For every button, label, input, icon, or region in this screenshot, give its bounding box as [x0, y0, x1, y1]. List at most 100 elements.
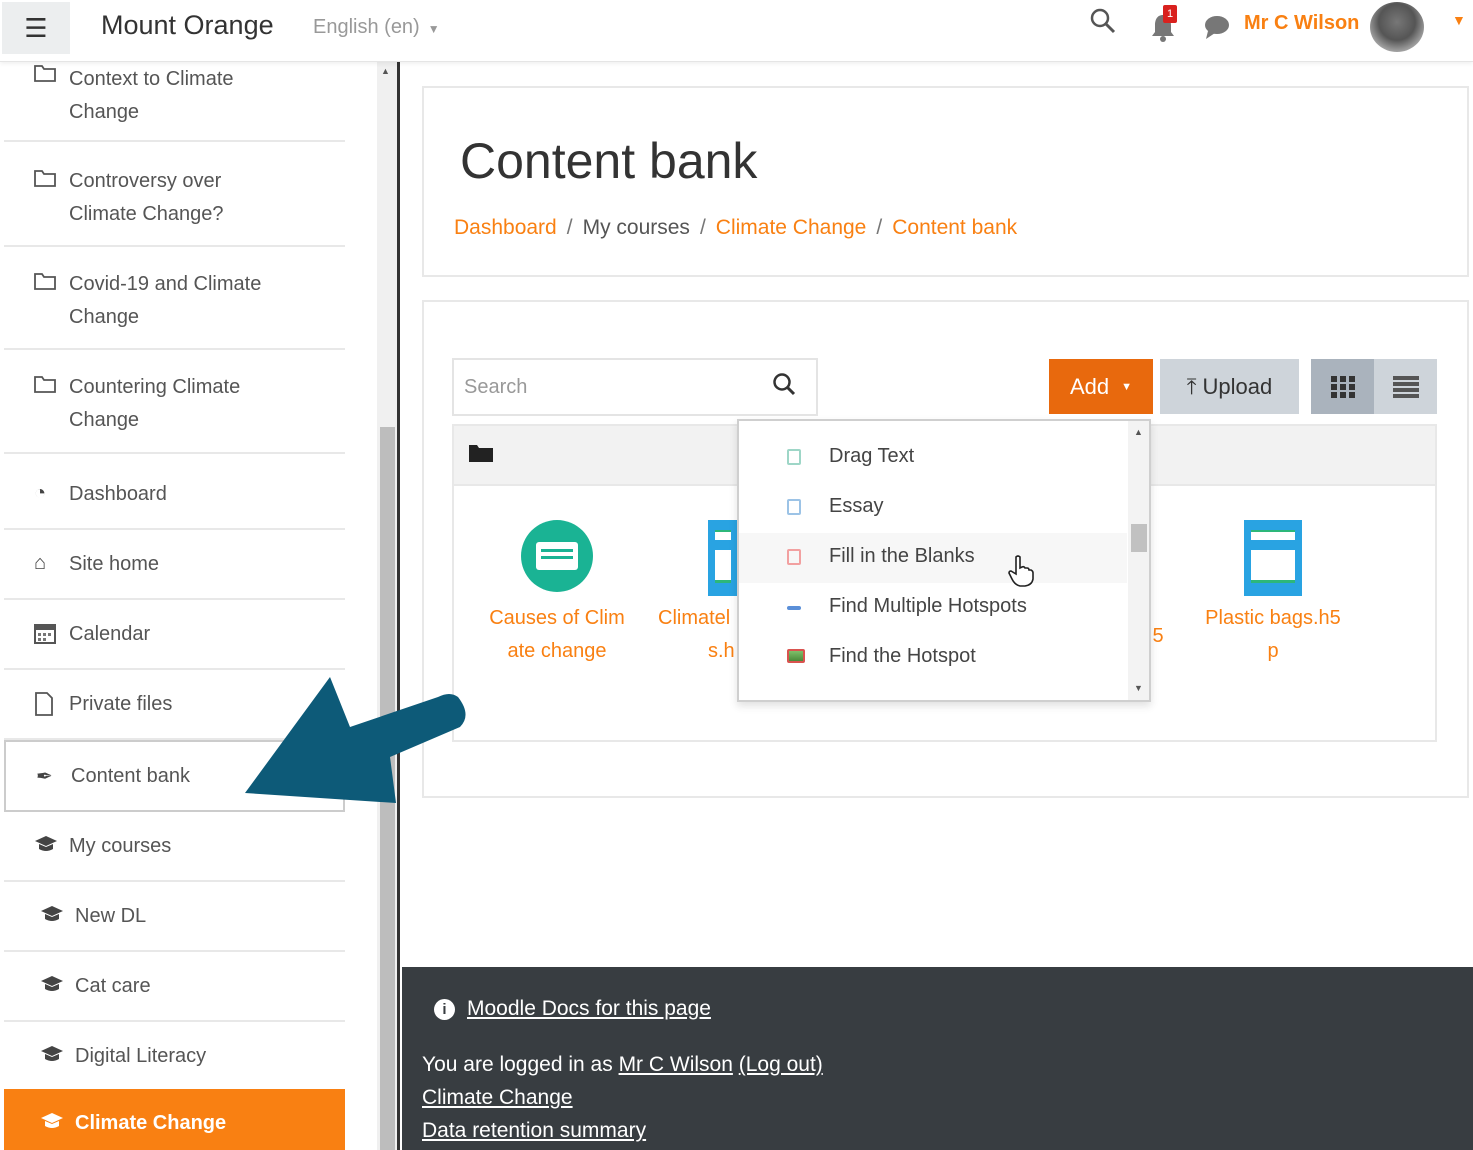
- sidebar-item-label: Controversy over Climate Change?: [69, 170, 224, 225]
- folder-icon[interactable]: [468, 443, 494, 469]
- sidebar-item-label: Dashboard: [69, 483, 167, 505]
- h5p-round-icon: [521, 520, 593, 592]
- chevron-down-icon[interactable]: ▼: [1452, 12, 1466, 28]
- sidebar-item-dashboard[interactable]: ◔ Dashboard: [4, 460, 345, 530]
- course-link[interactable]: Climate Change: [422, 1086, 573, 1109]
- dropdown-scrollbar-thumb[interactable]: [1131, 524, 1147, 552]
- search-input[interactable]: [464, 366, 754, 408]
- search-icon[interactable]: [772, 372, 796, 403]
- language-menu[interactable]: English (en) ▼: [313, 16, 440, 39]
- graduation-cap-icon: [40, 904, 64, 930]
- pointer-hand-cursor-icon: [1008, 555, 1034, 594]
- sidebar-item-countering-climate-change[interactable]: Countering Climate Change: [4, 350, 345, 454]
- add-button[interactable]: Add ▼: [1049, 359, 1153, 414]
- menu-item-label: Drag Text: [829, 445, 915, 467]
- logged-in-info: You are logged in as Mr C Wilson (Log ou…: [422, 1053, 823, 1077]
- file-name: p: [1267, 640, 1279, 662]
- sidebar-item-label: New DL: [75, 905, 147, 927]
- logout-link[interactable]: (Log out): [739, 1053, 823, 1076]
- sidebar-item-covid-19[interactable]: Covid-19 and Climate Change: [4, 247, 345, 350]
- menu-item-essay[interactable]: Essay: [739, 483, 1127, 533]
- menu-item-label: Find the Hotspot: [829, 645, 976, 667]
- breadcrumb-separator: /: [699, 216, 706, 239]
- sidebar-item-label: Countering Climate Change: [69, 376, 241, 431]
- page-footer: i Moodle Docs for this page You are logge…: [402, 967, 1473, 1150]
- file-name: Causes of Clim: [489, 607, 625, 629]
- file-item-plastic-bags[interactable]: Plastic bags.h5 p: [1188, 520, 1358, 668]
- upload-button-label: Upload: [1202, 373, 1273, 399]
- sidebar-item-label: Covid-19 and Climate Change: [69, 273, 262, 328]
- sidebar-item-label: Content bank: [71, 765, 190, 787]
- list-view-icon[interactable]: [1374, 359, 1437, 414]
- grid-view-icon[interactable]: [1311, 359, 1374, 414]
- chevron-down-icon: ▼: [1121, 380, 1133, 393]
- chevron-down-icon: ▼: [427, 22, 440, 36]
- user-menu-name[interactable]: Mr C Wilson: [1244, 12, 1359, 35]
- page-title: Content bank: [460, 133, 758, 189]
- sidebar-item-site-home[interactable]: ⌂ Site home: [4, 530, 345, 600]
- hamburger-menu-icon[interactable]: ☰: [2, 2, 70, 54]
- breadcrumb-separator: /: [876, 216, 883, 239]
- dashboard-icon: ◔: [34, 482, 47, 504]
- menu-item-label: Essay: [829, 495, 884, 517]
- sidebar-item-label: Private files: [69, 693, 173, 715]
- data-retention-link[interactable]: Data retention summary: [422, 1119, 646, 1143]
- sidebar-item-my-courses[interactable]: My courses: [4, 812, 345, 882]
- graduation-cap-icon: [34, 834, 58, 860]
- graduation-cap-icon: [40, 1111, 64, 1137]
- file-item-causes-of-climate-change[interactable]: Causes of Clim ate change: [472, 520, 642, 668]
- search-box: [452, 358, 818, 416]
- menu-item-find-multiple-hotspots[interactable]: Find Multiple Hotspots: [739, 583, 1127, 633]
- avatar[interactable]: [1370, 2, 1424, 52]
- brush-icon: ✒: [36, 766, 53, 788]
- breadcrumb-climate-change[interactable]: Climate Change: [716, 216, 867, 239]
- sidebar-item-digital-literacy[interactable]: Digital Literacy: [4, 1022, 345, 1092]
- breadcrumb-dashboard[interactable]: Dashboard: [454, 216, 557, 239]
- search-icon[interactable]: [1090, 8, 1116, 41]
- footer-course-link[interactable]: Climate Change: [422, 1086, 573, 1110]
- retention-link[interactable]: Data retention summary: [422, 1119, 646, 1142]
- breadcrumb-separator: /: [566, 216, 573, 239]
- h5p-doc-icon: [708, 520, 738, 596]
- site-name[interactable]: Mount Orange: [101, 10, 274, 41]
- dropdown-scrollbar[interactable]: [1128, 421, 1149, 700]
- messages-icon[interactable]: [1203, 14, 1231, 46]
- breadcrumb-content-bank[interactable]: Content bank: [892, 216, 1017, 239]
- sidebar-item-calendar[interactable]: Calendar: [4, 600, 345, 670]
- menu-item-find-the-hotspot[interactable]: Find the Hotspot: [739, 633, 1127, 683]
- sidebar-item-cat-care[interactable]: Cat care: [4, 952, 345, 1022]
- notification-badge: 1: [1163, 5, 1177, 23]
- sidebar-item-context-to-climate-change[interactable]: Context to Climate Change: [4, 62, 345, 142]
- file-name: ate change: [507, 640, 607, 662]
- sidebar-item-label: Cat care: [75, 975, 151, 997]
- calendar-icon: [34, 622, 56, 650]
- menu-item-label: Fill in the Blanks: [829, 545, 975, 567]
- menu-item-drag-text[interactable]: Drag Text: [739, 433, 1127, 483]
- scroll-up-arrow-icon[interactable]: ▲: [1134, 427, 1143, 437]
- nav-drawer: ▲ Context to Climate Change Controversy …: [0, 62, 400, 1150]
- breadcrumb: Dashboard / My courses / Climate Change / Cont…: [454, 216, 1017, 240]
- moodle-docs-link[interactable]: i Moodle Docs for this page: [434, 997, 711, 1021]
- scroll-down-arrow-icon[interactable]: ▼: [1134, 683, 1143, 693]
- sidebar-item-label: Digital Literacy: [75, 1045, 207, 1067]
- sidebar-item-label: Calendar: [69, 623, 151, 645]
- user-profile-link[interactable]: Mr C Wilson: [619, 1053, 733, 1076]
- file-item-partial[interactable]: 5: [1148, 620, 1168, 653]
- home-icon: ⌂: [34, 552, 47, 574]
- upload-button[interactable]: ⤒ Upload: [1160, 359, 1299, 414]
- graduation-cap-icon: [40, 1044, 64, 1070]
- sidebar-item-new-dl[interactable]: New DL: [4, 882, 345, 952]
- menu-item-label: Find Multiple Hotspots: [829, 595, 1027, 617]
- drag-text-icon: [787, 449, 801, 465]
- file-icon: [34, 692, 54, 722]
- sidebar-item-climate-change[interactable]: Climate Change: [4, 1089, 345, 1150]
- sidebar-item-controversy[interactable]: Controversy over Climate Change?: [4, 144, 345, 247]
- breadcrumb-my-courses: My courses: [582, 216, 690, 239]
- essay-icon: [787, 499, 801, 515]
- menu-item-fill-in-the-blanks[interactable]: Fill in the Blanks: [739, 533, 1127, 583]
- folder-icon: [34, 271, 56, 297]
- scroll-up-arrow-icon[interactable]: ▲: [381, 66, 390, 76]
- file-name: 5: [1152, 625, 1164, 647]
- add-content-dropdown: Drag Text Essay Fill in the Blanks Find …: [737, 419, 1151, 702]
- file-item-climate[interactable]: Climatel s.h: [640, 520, 740, 668]
